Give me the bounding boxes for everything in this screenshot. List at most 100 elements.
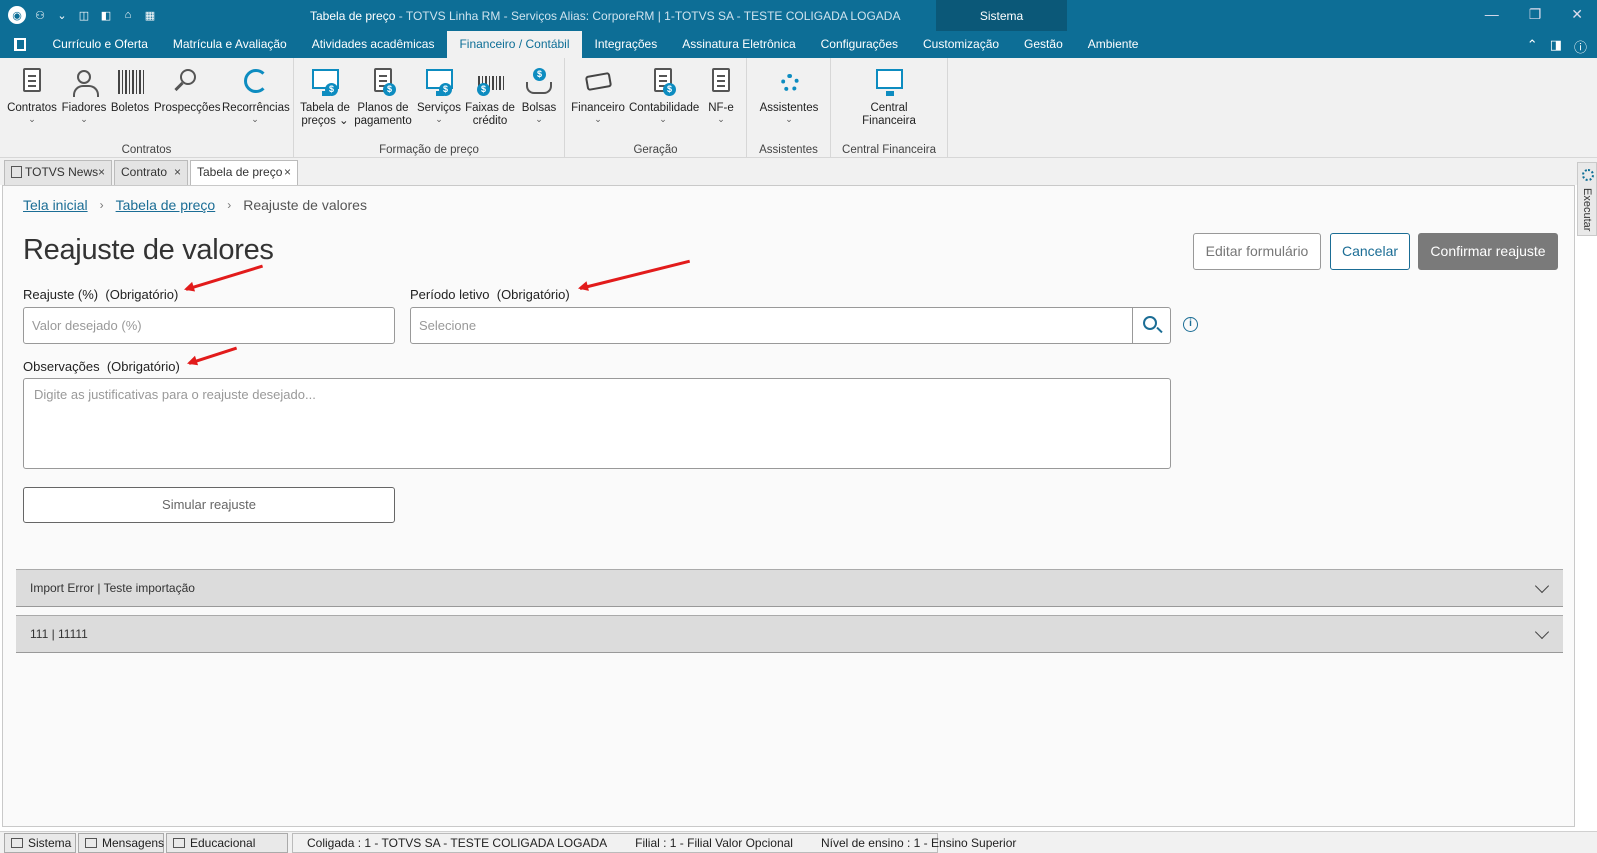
ribbon-financeiro-button[interactable]: Financeiro ⌄ [571,66,625,124]
main-menu-bar: Currículo e Oferta Matrícula e Avaliação… [0,31,1597,58]
menu-matricula[interactable]: Matrícula e Avaliação [160,31,299,58]
panel-layout-icon[interactable]: ◨ [1550,37,1562,56]
ribbon-recorrencias-button[interactable]: Recorrências ⌄ [222,66,290,124]
menu-tabs: Currículo e Oferta Matrícula e Avaliação… [40,31,1151,58]
page-title: Reajuste de valores [23,234,274,266]
menu-gestao[interactable]: Gestão [1012,31,1076,58]
simulate-adjustment-button[interactable]: Simular reajuste [23,487,395,523]
close-tab-icon[interactable]: × [174,161,181,184]
confirm-adjustment-button[interactable]: Confirmar reajuste [1418,233,1558,270]
ribbon-group-central: Central Financeira Central Financeira [831,58,948,158]
preview-icon[interactable]: ◧ [98,7,114,23]
ribbon-planos-button[interactable]: $ Planos de pagamento [354,66,412,128]
close-tab-icon[interactable]: × [284,161,291,184]
accordion-111[interactable]: 111 | 11111 [16,615,1563,653]
group-label-assistentes: Assistentes [759,144,818,156]
annotation-arrow [188,346,237,365]
menu-integracoes[interactable]: Integrações [582,31,670,58]
gear-icon [1582,169,1594,181]
window-title: Tabela de preço - TOTVS Linha RM - Servi… [310,9,901,23]
doc-tab-tabela-preco[interactable]: Tabela de preço × [190,160,298,185]
ribbon-group-formacao: $ Tabela de preços ⌄ $ Planos de pagamento… [294,58,565,158]
users-icon[interactable]: ⚇ [32,7,48,23]
accounting-clipboard-icon: $ [648,66,678,98]
app-menu-icon[interactable] [14,38,26,51]
guarantor-icon [69,66,99,98]
system-label[interactable]: Sistema [936,9,1067,23]
menu-customizacao[interactable]: Customização [911,31,1012,58]
reajuste-input[interactable]: Valor desejado (%) [23,307,395,344]
ribbon-assistentes-button[interactable]: Assistentes ⌄ [757,66,821,124]
periodo-letivo-input[interactable]: Selecione [410,307,1171,344]
observacoes-textarea[interactable]: Digite as justificativas para o reajuste… [23,378,1171,469]
close-icon[interactable]: ✕ [1571,6,1583,23]
menu-curriculo[interactable]: Currículo e Oferta [40,31,160,58]
doc-tab-totvs-news[interactable]: TOTVS News × [4,160,112,185]
status-nivel: Nível de ensino : 1 - Ensino Superior [820,836,1017,850]
ribbon-boletos-button[interactable]: Boletos [110,66,150,115]
view-icon[interactable]: ◫ [76,7,92,23]
invoice-icon [706,66,736,98]
breadcrumb-current: Reajuste de valores [243,197,367,213]
chevron-down-icon[interactable]: ⌄ [54,7,70,23]
ribbon-contratos-button[interactable]: Contratos ⌄ [6,66,58,124]
education-icon [173,838,185,848]
system-icon [11,838,23,848]
periodo-letivo-label: Período letivo (Obrigatório) [410,287,570,302]
search-icon [1143,316,1157,330]
layout-icon[interactable]: ▦ [142,7,158,23]
doc-tab-contrato[interactable]: Contrato × [114,160,188,185]
menu-atividades[interactable]: Atividades acadêmicas [299,31,447,58]
recurrence-icon [240,66,270,98]
collapse-ribbon-icon[interactable]: ⌃ [1527,37,1538,56]
window-controls: — ❐ ✕ [1485,6,1583,23]
chevron-right-icon: › [99,198,104,212]
side-panel-executar[interactable]: Executar [1577,162,1597,236]
restore-icon[interactable]: ❐ [1529,6,1542,23]
finance-center-icon [874,66,904,98]
ribbon-nfe-button[interactable]: NF-e ⌄ [701,66,741,124]
ribbon-fiadores-button[interactable]: Fiadores ⌄ [60,66,108,124]
prospect-search-icon [171,66,201,98]
ribbon-faixas-button[interactable]: $ Faixas de crédito [464,66,516,128]
accordion-import-error[interactable]: Import Error | Teste importação [16,569,1563,607]
edit-form-button[interactable]: Editar formulário [1193,233,1321,270]
barcode-icon [115,66,145,98]
status-tab-educacional[interactable]: Educacional [166,833,288,853]
ribbon-servicos-button[interactable]: $ Serviços ⌄ [416,66,462,124]
ribbon-contabilidade-button[interactable]: $ Contabilidade ⌄ [629,66,699,124]
breadcrumb-parent-link[interactable]: Tabela de preço [116,197,216,213]
minimize-icon[interactable]: — [1485,6,1499,23]
status-filial: Filial : 1 - Filial Valor Opcional [635,836,793,850]
chevron-down-icon [1534,624,1550,640]
menu-ambiente[interactable]: Ambiente [1075,31,1151,58]
menu-configuracoes[interactable]: Configurações [808,31,910,58]
info-icon[interactable]: i [1183,317,1198,332]
chevron-down-icon [1534,578,1550,594]
breadcrumb-home-link[interactable]: Tela inicial [23,197,88,213]
menu-financeiro[interactable]: Financeiro / Contábil [446,31,583,58]
group-label-geracao: Geração [633,144,678,156]
close-tab-icon[interactable]: × [98,161,105,184]
document-icon [11,166,22,178]
ribbon-central-financeira-button[interactable]: Central Financeira [849,66,929,128]
breadcrumb: Tela inicial › Tabela de preço › Reajust… [23,197,367,213]
ribbon-prospeccoes-button[interactable]: Prospecções [154,66,220,115]
totvs-logo-icon[interactable]: ◉ [8,6,26,24]
status-tab-sistema[interactable]: Sistema [4,833,76,853]
observacoes-label: Observações (Obrigatório) [23,359,180,374]
status-tab-mensagens[interactable]: Mensagens [78,833,164,853]
cancel-button[interactable]: Cancelar [1330,233,1410,270]
menu-assinatura[interactable]: Assinatura Eletrônica [670,31,808,58]
help-icon[interactable]: ⓘ [1574,37,1587,56]
home-icon[interactable]: ⌂ [120,7,136,23]
status-info: Coligada : 1 - TOTVS SA - TESTE COLIGADA… [292,833,1016,853]
ribbon-bolsas-button[interactable]: $ Bolsas ⌄ [518,66,560,124]
document-tabs: TOTVS News × Contrato × Tabela de preço × [0,158,1597,185]
ribbon-group-geracao: Financeiro ⌄ $ Contabilidade ⌄ NF-e ⌄ Geraç… [565,58,747,158]
payment-plan-icon: $ [368,66,398,98]
price-table-icon: $ [310,66,340,98]
ribbon-tabela-precos-button[interactable]: $ Tabela de preços ⌄ [300,66,350,128]
search-button[interactable] [1132,308,1170,343]
group-label-formacao: Formação de preço [379,144,479,156]
